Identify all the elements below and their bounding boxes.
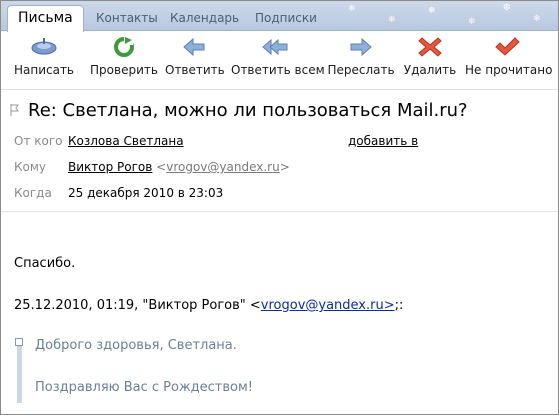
reply-button[interactable]: Ответить xyxy=(165,36,225,77)
to-email: <vrogov@yandex.ru> xyxy=(156,160,290,174)
quote-collapse-toggle[interactable] xyxy=(15,338,23,346)
quote-line-2: Поздравляю Вас с Рождеством! xyxy=(35,380,254,395)
forward-label: Переслать xyxy=(327,63,395,77)
check-mail-label: Проверить xyxy=(90,63,158,77)
check-mail-button[interactable]: Проверить xyxy=(89,36,159,77)
reply-all-label: Ответить всем xyxy=(231,63,325,77)
quote-bar xyxy=(17,339,22,403)
to-label: Кому xyxy=(14,160,47,174)
message-subject: Re: Светлана, можно ли пользоваться Mail… xyxy=(28,100,468,121)
forward-button[interactable]: Переслать xyxy=(327,36,395,77)
compose-label: Написать xyxy=(13,63,75,77)
top-tab-bar: Письма Контакты Календарь Подписки ❄ ❄ ❅… xyxy=(1,1,558,32)
quote-header-line: 25.12.2010, 01:19, "Виктор Рогов" <vrogo… xyxy=(14,298,403,313)
quote-header-email-link[interactable]: vrogov@yandex.ru> xyxy=(261,298,395,313)
date-value: 25 декабря 2010 в 23:03 xyxy=(68,186,224,200)
to-email-link[interactable]: vrogov@yandex.ru xyxy=(166,160,279,174)
tab-subscriptions[interactable]: Подписки xyxy=(255,11,317,25)
reply-all-button[interactable]: Ответить всем xyxy=(231,36,325,77)
header-divider xyxy=(1,211,558,212)
reply-all-icon xyxy=(262,38,288,56)
message-toolbar: Написать Проверить Ответить Ответить все… xyxy=(1,32,558,84)
delete-x-icon xyxy=(418,37,442,57)
compose-button[interactable]: Написать xyxy=(11,36,77,77)
tab-letters[interactable]: Письма xyxy=(7,5,84,32)
delete-label: Удалить xyxy=(403,63,457,77)
checkmark-icon xyxy=(495,37,520,56)
refresh-icon xyxy=(114,37,134,57)
forward-arrow-icon xyxy=(350,37,372,57)
mail-window: Письма Контакты Календарь Подписки ❄ ❄ ❅… xyxy=(0,0,559,415)
quote-header-prefix: 25.12.2010, 01:19, "Виктор Рогов" < xyxy=(14,298,261,313)
snowflake-decoration: ❄ ❄ ❅ ❄ ❆ ❄ xyxy=(348,3,541,27)
tab-calendar[interactable]: Календарь xyxy=(170,11,239,25)
delete-button[interactable]: Удалить xyxy=(403,36,457,77)
date-label: Когда xyxy=(14,186,52,200)
to-email-open: < xyxy=(156,160,167,174)
toolbar-divider xyxy=(1,89,558,90)
flag-icon[interactable] xyxy=(10,104,20,116)
mark-unread-label: Не прочитано xyxy=(465,63,553,77)
tab-contacts[interactable]: Контакты xyxy=(96,11,158,25)
from-sender-link[interactable]: Козлова Светлана xyxy=(68,134,184,148)
add-to-contacts-link[interactable]: добавить в xyxy=(348,134,418,148)
reply-label: Ответить xyxy=(165,63,225,77)
to-recipient: Виктор Рогов <vrogov@yandex.ru> xyxy=(68,160,290,174)
quote-header-suffix: ;: xyxy=(394,298,404,313)
to-email-close: > xyxy=(279,160,290,174)
body-line-thanks: Спасибо. xyxy=(14,256,76,271)
compose-icon xyxy=(31,38,57,55)
mark-unread-button[interactable]: Не прочитано xyxy=(465,36,553,77)
from-label: От кого xyxy=(14,134,63,148)
reply-arrow-icon xyxy=(183,37,205,57)
to-name-link[interactable]: Виктор Рогов xyxy=(68,160,152,174)
quote-line-1: Доброго здоровья, Светлана. xyxy=(35,338,237,353)
